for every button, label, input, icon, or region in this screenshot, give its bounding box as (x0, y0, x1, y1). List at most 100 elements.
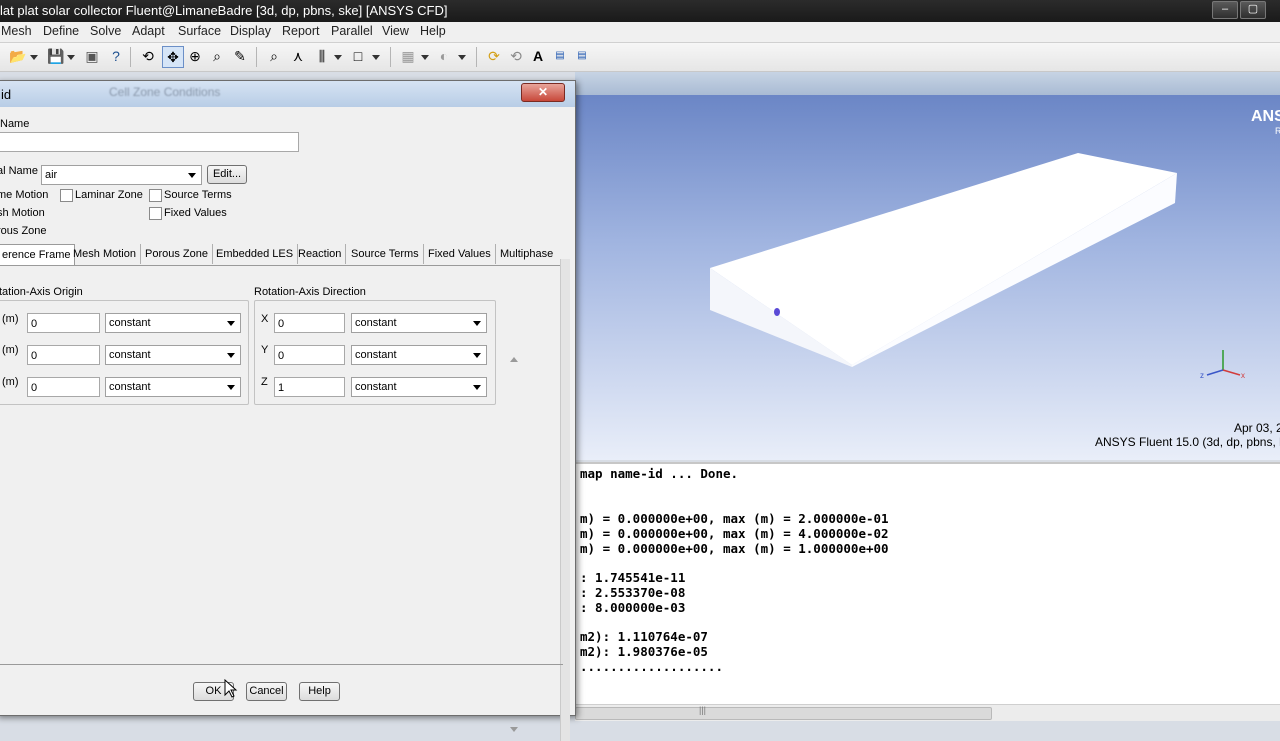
laminar-zone-checkbox[interactable] (60, 189, 73, 202)
edit-button[interactable]: Edit... (207, 165, 247, 184)
probe-marker (774, 308, 780, 316)
maximize-button[interactable]: ▢ (1240, 1, 1266, 19)
tab-reference-frame[interactable]: erence Frame (0, 244, 76, 265)
menu-parallel[interactable]: Parallel (331, 24, 373, 38)
direction-x-input[interactable]: 0 (274, 313, 345, 333)
origin-z-label: (m) (2, 376, 19, 388)
direction-y-method-select[interactable]: constant (351, 345, 487, 365)
direction-z-label: Z (261, 376, 268, 388)
dialog-title-bar[interactable]: id Cell Zone Conditions ✕ (0, 81, 575, 107)
view-dropdown-arrow-icon[interactable] (334, 55, 342, 60)
console-horizontal-scrollbar[interactable]: ||| (575, 704, 1280, 721)
view-date: Apr 03, 2 (1234, 421, 1280, 435)
origin-z-method-select[interactable]: constant (105, 377, 241, 397)
graphics-tab-strip (575, 72, 1280, 95)
origin-x-method-select[interactable]: constant (105, 313, 241, 333)
tab-mesh-motion[interactable]: Mesh Motion (69, 244, 141, 264)
direction-z-input[interactable]: 1 (274, 377, 345, 397)
probe-icon[interactable]: ✎ (230, 46, 250, 66)
menu-report[interactable]: Report (282, 24, 320, 38)
graphics-window-icon[interactable]: ▤ (572, 46, 592, 66)
display-dropdown-arrow-icon[interactable] (372, 55, 380, 60)
origin-x-input[interactable]: 0 (27, 313, 100, 333)
direction-y-input[interactable]: 0 (274, 345, 345, 365)
direction-x-method-select[interactable]: constant (351, 313, 487, 333)
menu-define[interactable]: Define (43, 24, 79, 38)
origin-group-title: tation-Axis Origin (0, 286, 83, 298)
open-dropdown-arrow-icon[interactable] (30, 55, 38, 60)
fit-to-window-icon[interactable]: ⌕ (264, 46, 284, 66)
print-icon[interactable]: ▣ (82, 46, 102, 66)
help-icon[interactable]: ? (106, 46, 126, 66)
save-icon[interactable]: 💾 (46, 46, 66, 66)
reference-frame-panel: tation-Axis Origin (m) 0 constant (m) 0 … (0, 265, 564, 666)
mesh-motion-label[interactable]: sh Motion (0, 207, 45, 219)
display-box-icon[interactable]: □ (348, 46, 368, 66)
close-icon[interactable]: ✕ (521, 83, 565, 102)
console-line: m) = 0.000000e+00, max (m) = 4.000000e-0… (580, 526, 889, 541)
panel-vertical-scrollbar[interactable] (507, 353, 521, 736)
menu-surface[interactable]: Surface (178, 24, 221, 38)
view-orientation-icon[interactable]: ⫼ (312, 46, 332, 66)
origin-group: (m) 0 constant (m) 0 constant (m) 0 cons… (0, 300, 249, 405)
zoom-box-icon[interactable]: ⌕ (207, 46, 227, 66)
annotate-icon[interactable]: A (528, 46, 548, 66)
menu-view[interactable]: View (382, 24, 409, 38)
ansys-logo-sub: R (1275, 126, 1280, 136)
console-line: : 2.553370e-08 (580, 585, 686, 600)
fixed-values-checkbox[interactable] (149, 207, 162, 220)
tab-fixed-values[interactable]: Fixed Values (424, 244, 496, 264)
chevron-down-icon (227, 385, 235, 390)
scroll-down-icon[interactable] (510, 727, 518, 732)
rotate-icon[interactable]: ⟲ (138, 46, 158, 66)
help-button[interactable]: Help (299, 682, 340, 701)
shading-icon[interactable]: ◐ (434, 46, 454, 66)
direction-z-method-select[interactable]: constant (351, 377, 487, 397)
minimize-button[interactable]: – (1212, 1, 1238, 19)
frame-motion-label[interactable]: me Motion (0, 189, 48, 201)
save-dropdown-arrow-icon[interactable] (67, 55, 75, 60)
refresh-icon[interactable]: ⟳ (484, 46, 504, 66)
cancel-button[interactable]: Cancel (246, 682, 287, 701)
reset-icon[interactable]: ⟲ (506, 46, 526, 66)
direction-group-title: Rotation-Axis Direction (254, 286, 366, 298)
shading-dropdown-arrow-icon[interactable] (458, 55, 466, 60)
direction-group: X 0 constant Y 0 constant Z 1 constant (254, 300, 496, 405)
source-terms-checkbox[interactable] (149, 189, 162, 202)
graphics-viewport[interactable]: x z ANSY R Apr 03, 2 ANSYS Fluent 15.0 (… (575, 95, 1280, 460)
text-console[interactable]: map name-id ... Done. m) = 0.000000e+00,… (575, 462, 1280, 706)
dashboard-icon[interactable]: ▤ (550, 46, 570, 66)
lighting-dropdown-arrow-icon[interactable] (421, 55, 429, 60)
isometric-view-icon[interactable]: ⋏ (288, 46, 308, 66)
origin-z-input[interactable]: 0 (27, 377, 100, 397)
zoom-icon[interactable]: ⊕ (185, 46, 205, 66)
lighting-icon[interactable]: ▦ (398, 46, 418, 66)
menu-help[interactable]: Help (420, 24, 446, 38)
origin-y-input[interactable]: 0 (27, 345, 100, 365)
scrollbar-thumb[interactable] (575, 707, 992, 720)
chevron-down-icon (227, 321, 235, 326)
menu-mesh[interactable]: Mesh (1, 24, 32, 38)
menu-display[interactable]: Display (230, 24, 271, 38)
material-select-value: air (45, 169, 58, 181)
menu-solve[interactable]: Solve (90, 24, 121, 38)
ansys-logo: ANSY (1251, 108, 1280, 125)
direction-y-label: Y (261, 344, 269, 356)
scroll-up-icon[interactable] (510, 357, 518, 362)
tab-embedded-les[interactable]: Embedded LES (212, 244, 299, 264)
tab-multiphase[interactable]: Multiphase (496, 244, 557, 264)
menu-bar: Mesh Define Solve Adapt Surface Display … (0, 22, 1280, 43)
console-line: m) = 0.000000e+00, max (m) = 1.000000e+0… (580, 541, 889, 556)
material-name-label: al Name (0, 165, 38, 177)
porous-zone-label[interactable]: rous Zone (0, 225, 47, 237)
menu-adapt[interactable]: Adapt (132, 24, 165, 38)
pan-icon[interactable]: ✥ (162, 46, 184, 68)
toolbar-separator (256, 47, 257, 67)
open-folder-icon[interactable]: 📂 (8, 46, 28, 66)
zone-name-input[interactable] (0, 132, 299, 152)
tab-source-terms[interactable]: Source Terms (347, 244, 424, 264)
origin-y-method-select[interactable]: constant (105, 345, 241, 365)
tab-porous-zone[interactable]: Porous Zone (141, 244, 213, 264)
tab-reaction[interactable]: Reaction (294, 244, 347, 264)
material-select[interactable]: air (41, 165, 202, 185)
